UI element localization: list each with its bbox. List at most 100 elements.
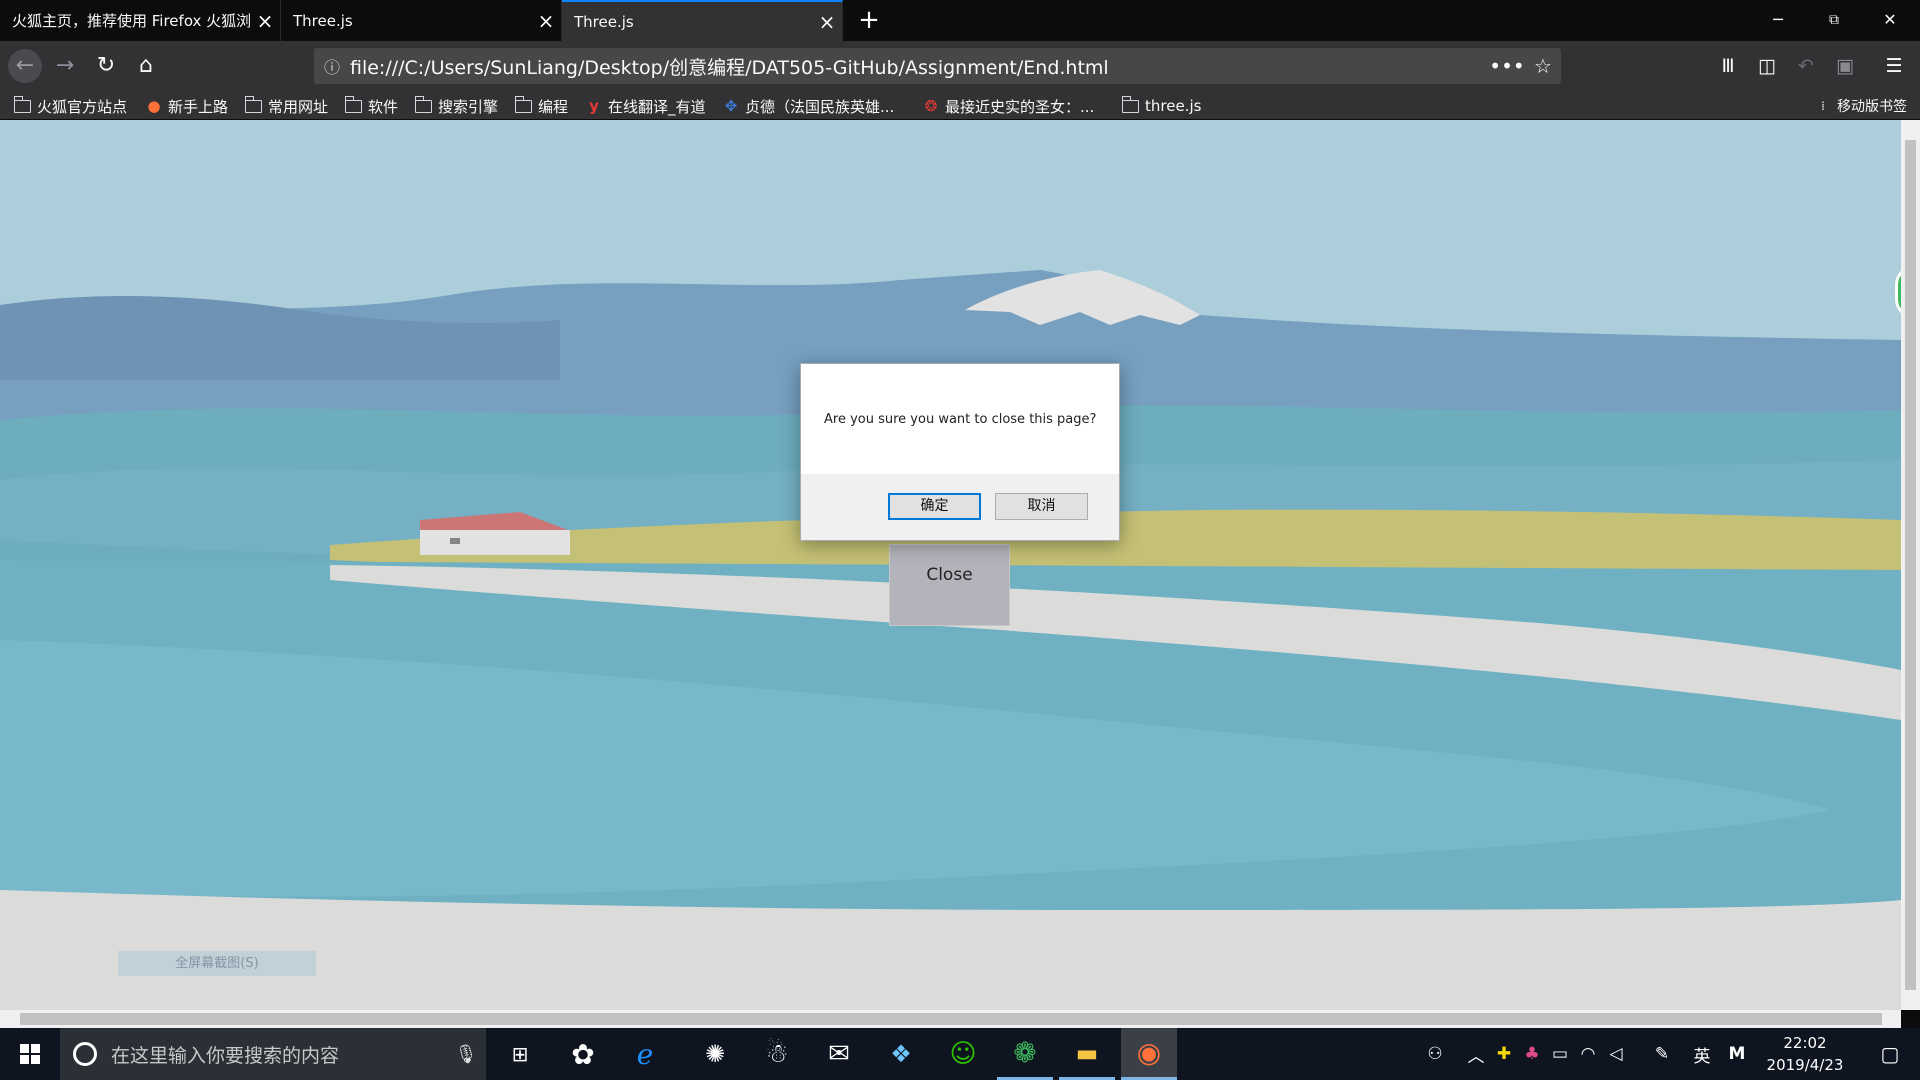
notifications-icon[interactable]: ▢ <box>1862 1028 1918 1080</box>
bookmark-label: 编程 <box>538 97 569 116</box>
clock-date: 2019/4/23 <box>1766 1056 1844 1074</box>
task-view-icon[interactable]: ⊞ <box>492 1028 548 1080</box>
tab-close-icon[interactable]: × <box>250 9 280 33</box>
bookmark-item[interactable]: ● 新手上路 <box>145 95 228 117</box>
bookmark-item[interactable]: 火狐官方站点 <box>14 95 127 117</box>
bookmark-item[interactable]: 软件 <box>345 95 398 117</box>
m-icon[interactable]: M <box>1723 1028 1751 1080</box>
tab-threejs-2[interactable]: Three.js × <box>562 0 843 41</box>
url-bar[interactable]: ⓘ file:///C:/Users/SunLiang/Desktop/创意编程… <box>314 48 1561 84</box>
back-button[interactable]: ← <box>8 49 42 83</box>
bookmark-label: 最接近史实的圣女：... <box>945 97 1095 116</box>
dialog-button-bar: 确定 取消 <box>801 474 1119 540</box>
start-button[interactable] <box>0 1028 60 1080</box>
page-close-button[interactable]: Close <box>889 544 1010 626</box>
bookmark-label: 火狐官方站点 <box>37 97 128 116</box>
bookmark-label: 搜索引擎 <box>438 97 499 116</box>
qq-icon[interactable]: ☃ <box>749 1028 805 1080</box>
bookmark-label: 软件 <box>368 97 399 116</box>
app-cloud-icon[interactable]: ❖ <box>873 1028 929 1080</box>
bookmark-label: three.js <box>1145 97 1202 115</box>
confirm-dialog: Are you sure you want to close this page… <box>800 363 1120 541</box>
scrollbar-thumb[interactable] <box>20 1013 1882 1025</box>
mobile-bookmarks-label: 移动版书签 <box>1837 99 1907 115</box>
tab-close-icon[interactable]: × <box>531 9 561 33</box>
bookmark-label: 常用网址 <box>268 97 329 116</box>
bookmark-item[interactable]: three.js <box>1122 95 1201 117</box>
ie-icon[interactable]: ℯ <box>617 1028 673 1080</box>
tab-label: Three.js <box>293 11 353 30</box>
scrollbar-thumb[interactable] <box>1905 140 1916 990</box>
folder-icon <box>245 95 262 113</box>
tab-close-icon[interactable]: × <box>812 10 842 34</box>
bookmark-label: 新手上路 <box>168 97 229 116</box>
folder-icon <box>515 95 532 113</box>
green-app-icon[interactable]: ❁ <box>997 1028 1053 1080</box>
weibo-icon: ❂ <box>924 97 938 115</box>
cortana-icon <box>73 1042 97 1066</box>
baidu-icon: ✥ <box>724 97 738 115</box>
horizontal-scrollbar[interactable] <box>0 1010 1901 1028</box>
windows-icon <box>20 1044 40 1064</box>
ghost-text: 全屏幕截图(S) <box>118 951 316 976</box>
bookmark-item[interactable]: ❂ 最接近史实的圣女：... <box>922 95 1095 117</box>
firefox-taskbar-icon[interactable]: ◉ <box>1121 1028 1177 1080</box>
new-tab-button[interactable]: + <box>852 4 886 38</box>
tray-expand-icon[interactable]: ︿ <box>1462 1028 1490 1080</box>
microphone-icon[interactable]: 🎙 <box>446 1044 486 1065</box>
bookmark-item[interactable]: 编程 <box>515 95 568 117</box>
tab-threejs-1[interactable]: Three.js × <box>281 0 562 41</box>
nav-bar: ← → ↻ ⌂ ⓘ file:///C:/Users/SunLiang/Desk… <box>0 41 1920 91</box>
tab-bar: 火狐主页，推荐使用 Firefox 火狐浏览器 × Three.js × Thr… <box>0 0 1920 41</box>
pen-icon[interactable]: ✎ <box>1648 1028 1676 1080</box>
tray-app-icon[interactable]: ✚ <box>1490 1028 1518 1080</box>
library-icon[interactable]: Ⅲ <box>1711 49 1745 83</box>
ok-button[interactable]: 确定 <box>888 493 981 520</box>
minimize-button[interactable]: ─ <box>1750 0 1806 41</box>
app-hub-icon[interactable]: ✺ <box>687 1028 743 1080</box>
bookmark-item[interactable]: 搜索引擎 <box>415 95 498 117</box>
wechat-icon[interactable]: ☺ <box>935 1028 991 1080</box>
app-swirl-icon[interactable]: ✿ <box>555 1028 611 1080</box>
bookmark-item[interactable]: 常用网址 <box>245 95 328 117</box>
battery-icon[interactable]: ▭ <box>1546 1028 1574 1080</box>
sidebar-icon[interactable]: ◫ <box>1750 49 1784 83</box>
menu-icon[interactable]: ☰ <box>1877 49 1911 83</box>
mobile-icon: ⁞ <box>1821 99 1825 113</box>
tab-label: Three.js <box>574 12 634 31</box>
wifi-icon[interactable]: ◠ <box>1574 1028 1602 1080</box>
undo-icon[interactable]: ↶ <box>1789 49 1823 83</box>
tab-firefox-home[interactable]: 火狐主页，推荐使用 Firefox 火狐浏览器 × <box>0 0 281 41</box>
close-window-button[interactable]: ✕ <box>1862 0 1918 41</box>
reload-button[interactable]: ↻ <box>89 49 123 83</box>
page-actions-icon[interactable]: ••• <box>1489 54 1525 78</box>
tray-app-icon-2[interactable]: ♣ <box>1518 1028 1546 1080</box>
info-icon[interactable]: ⓘ <box>314 54 350 78</box>
volume-icon[interactable]: ◁ <box>1602 1028 1630 1080</box>
bookmarks-toolbar: 火狐官方站点 ● 新手上路 常用网址 软件 搜索引擎 编程 y 在线翻译_有道 ✥ 贞… <box>0 91 1920 120</box>
url-text[interactable]: file:///C:/Users/SunLiang/Desktop/创意编程/D… <box>350 53 1489 80</box>
extension-icon[interactable]: ▣ <box>1828 49 1862 83</box>
restore-button[interactable]: ⧉ <box>1806 0 1862 41</box>
home-button[interactable]: ⌂ <box>129 49 163 83</box>
bookmark-label: 在线翻译_有道 <box>608 97 706 116</box>
taskbar: 在这里输入你要搜索的内容 🎙 ⊞ ✿ ℯ ✺ ☃ ✉ ❖ ☺ ❁ ▬ ◉ ⚇ ︿… <box>0 1028 1920 1080</box>
mail-icon[interactable]: ✉ <box>811 1028 867 1080</box>
bookmark-item[interactable]: y 在线翻译_有道 <box>585 95 706 117</box>
search-placeholder: 在这里输入你要搜索的内容 <box>111 1044 340 1067</box>
bookmark-label: 贞德（法国民族英雄... <box>745 97 895 116</box>
mobile-bookmarks[interactable]: ⁞ 移动版书签 <box>1814 95 1907 117</box>
clock[interactable]: 22:02 2019/4/23 <box>1750 1032 1860 1076</box>
taskbar-search[interactable]: 在这里输入你要搜索的内容 🎙 <box>60 1028 486 1080</box>
bookmark-item[interactable]: ✥ 贞德（法国民族英雄... <box>722 95 895 117</box>
vertical-scrollbar[interactable] <box>1901 120 1920 1010</box>
bookmark-star-icon[interactable]: ☆ <box>1525 54 1561 78</box>
file-explorer-icon[interactable]: ▬ <box>1059 1028 1115 1080</box>
folder-icon <box>1122 95 1139 113</box>
people-icon[interactable]: ⚇ <box>1418 1028 1452 1080</box>
ime-indicator[interactable]: 英 <box>1688 1028 1716 1080</box>
forward-button[interactable]: → <box>48 49 82 83</box>
cancel-button[interactable]: 取消 <box>995 493 1088 520</box>
tab-label: 火狐主页，推荐使用 Firefox 火狐浏览器 <box>12 12 250 30</box>
youdao-icon: y <box>589 97 599 115</box>
